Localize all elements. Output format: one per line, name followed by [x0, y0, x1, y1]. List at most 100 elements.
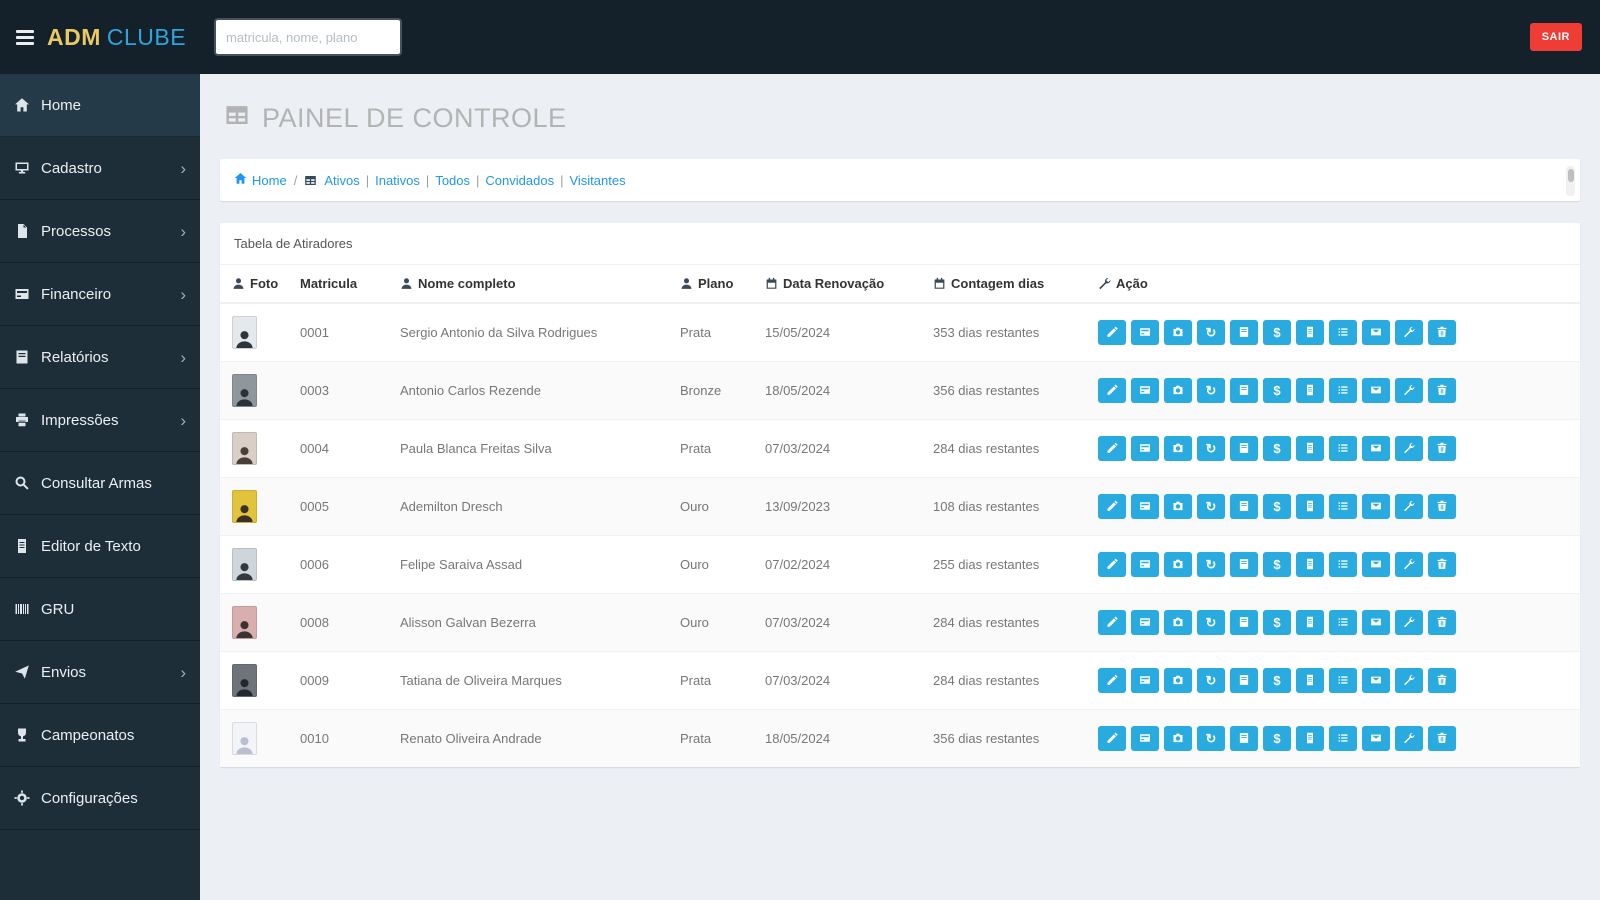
list-button[interactable]	[1329, 552, 1357, 577]
record-book-button[interactable]	[1230, 552, 1258, 577]
photo-button[interactable]	[1164, 320, 1192, 345]
list-button[interactable]	[1329, 494, 1357, 519]
record-book-button[interactable]	[1230, 610, 1258, 635]
renew-button[interactable]: ↻	[1197, 436, 1225, 461]
tools-button[interactable]	[1395, 726, 1423, 751]
list-button[interactable]	[1329, 668, 1357, 693]
payment-button[interactable]: $	[1263, 494, 1291, 519]
sidebar-item-configuracoes[interactable]: Configurações	[0, 767, 200, 830]
id-card-button[interactable]	[1131, 320, 1159, 345]
renew-button[interactable]: ↻	[1197, 320, 1225, 345]
photo-button[interactable]	[1164, 378, 1192, 403]
tools-button[interactable]	[1395, 378, 1423, 403]
email-button[interactable]	[1362, 378, 1390, 403]
photo-button[interactable]	[1164, 552, 1192, 577]
breadcrumb-home-link[interactable]: Home	[234, 172, 287, 188]
photo-button[interactable]	[1164, 726, 1192, 751]
document-button[interactable]	[1296, 494, 1324, 519]
delete-button[interactable]	[1428, 494, 1456, 519]
document-button[interactable]	[1296, 320, 1324, 345]
record-book-button[interactable]	[1230, 320, 1258, 345]
list-button[interactable]	[1329, 726, 1357, 751]
sidebar-item-editor-de-texto[interactable]: Editor de Texto	[0, 515, 200, 578]
sidebar-item-home[interactable]: Home	[0, 74, 200, 137]
sidebar-item-gru[interactable]: GRU	[0, 578, 200, 641]
record-book-button[interactable]	[1230, 726, 1258, 751]
email-button[interactable]	[1362, 552, 1390, 577]
id-card-button[interactable]	[1131, 726, 1159, 751]
edit-button[interactable]	[1098, 726, 1126, 751]
list-button[interactable]	[1329, 320, 1357, 345]
sidebar-item-consultar-armas[interactable]: Consultar Armas	[0, 452, 200, 515]
renew-button[interactable]: ↻	[1197, 668, 1225, 693]
email-button[interactable]	[1362, 494, 1390, 519]
photo-button[interactable]	[1164, 668, 1192, 693]
payment-button[interactable]: $	[1263, 668, 1291, 693]
renew-button[interactable]: ↻	[1197, 494, 1225, 519]
delete-button[interactable]	[1428, 436, 1456, 461]
scrollbar[interactable]	[1566, 166, 1575, 196]
id-card-button[interactable]	[1131, 436, 1159, 461]
payment-button[interactable]: $	[1263, 320, 1291, 345]
list-button[interactable]	[1329, 610, 1357, 635]
document-button[interactable]	[1296, 552, 1324, 577]
document-button[interactable]	[1296, 378, 1324, 403]
record-book-button[interactable]	[1230, 494, 1258, 519]
sidebar-item-impressoes[interactable]: Impressões›	[0, 389, 200, 452]
list-button[interactable]	[1329, 378, 1357, 403]
edit-button[interactable]	[1098, 494, 1126, 519]
payment-button[interactable]: $	[1263, 378, 1291, 403]
email-button[interactable]	[1362, 436, 1390, 461]
tools-button[interactable]	[1395, 436, 1423, 461]
email-button[interactable]	[1362, 726, 1390, 751]
id-card-button[interactable]	[1131, 494, 1159, 519]
photo-button[interactable]	[1164, 494, 1192, 519]
document-button[interactable]	[1296, 726, 1324, 751]
list-button[interactable]	[1329, 436, 1357, 461]
delete-button[interactable]	[1428, 668, 1456, 693]
id-card-button[interactable]	[1131, 378, 1159, 403]
id-card-button[interactable]	[1131, 668, 1159, 693]
logout-button[interactable]: SAIR	[1530, 23, 1582, 51]
photo-button[interactable]	[1164, 610, 1192, 635]
email-button[interactable]	[1362, 320, 1390, 345]
document-button[interactable]	[1296, 668, 1324, 693]
edit-button[interactable]	[1098, 668, 1126, 693]
renew-button[interactable]: ↻	[1197, 552, 1225, 577]
delete-button[interactable]	[1428, 320, 1456, 345]
tools-button[interactable]	[1395, 320, 1423, 345]
payment-button[interactable]: $	[1263, 436, 1291, 461]
renew-button[interactable]: ↻	[1197, 610, 1225, 635]
filter-link-convidados[interactable]: Convidados	[485, 173, 554, 188]
tools-button[interactable]	[1395, 494, 1423, 519]
payment-button[interactable]: $	[1263, 610, 1291, 635]
tools-button[interactable]	[1395, 552, 1423, 577]
delete-button[interactable]	[1428, 552, 1456, 577]
record-book-button[interactable]	[1230, 378, 1258, 403]
document-button[interactable]	[1296, 610, 1324, 635]
edit-button[interactable]	[1098, 610, 1126, 635]
id-card-button[interactable]	[1131, 610, 1159, 635]
record-book-button[interactable]	[1230, 668, 1258, 693]
payment-button[interactable]: $	[1263, 726, 1291, 751]
delete-button[interactable]	[1428, 610, 1456, 635]
filter-link-inativos[interactable]: Inativos	[375, 173, 420, 188]
menu-toggle-button[interactable]	[16, 30, 34, 45]
search-input[interactable]	[214, 18, 402, 56]
edit-button[interactable]	[1098, 378, 1126, 403]
edit-button[interactable]	[1098, 320, 1126, 345]
record-book-button[interactable]	[1230, 436, 1258, 461]
sidebar-item-relatorios[interactable]: Relatórios›	[0, 326, 200, 389]
sidebar-item-envios[interactable]: Envios›	[0, 641, 200, 704]
sidebar-item-cadastro[interactable]: Cadastro›	[0, 137, 200, 200]
sidebar-item-financeiro[interactable]: Financeiro›	[0, 263, 200, 326]
email-button[interactable]	[1362, 668, 1390, 693]
edit-button[interactable]	[1098, 436, 1126, 461]
filter-link-ativos[interactable]: Ativos	[324, 173, 359, 188]
renew-button[interactable]: ↻	[1197, 726, 1225, 751]
sidebar-item-processos[interactable]: Processos›	[0, 200, 200, 263]
email-button[interactable]	[1362, 610, 1390, 635]
tools-button[interactable]	[1395, 668, 1423, 693]
sidebar-item-campeonatos[interactable]: Campeonatos	[0, 704, 200, 767]
photo-button[interactable]	[1164, 436, 1192, 461]
